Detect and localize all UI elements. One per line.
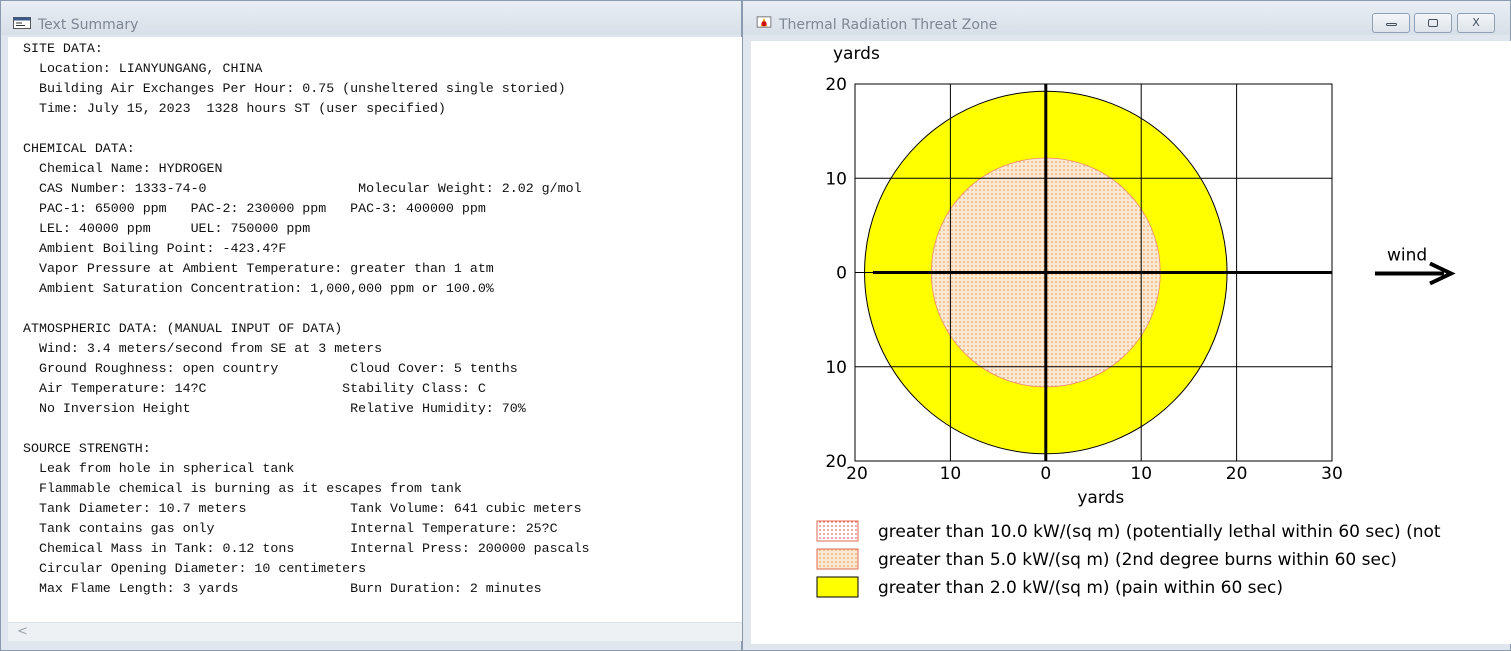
x-tick-label: 0: [1040, 464, 1051, 484]
report-line: Flammable chemical is burning as it esca…: [23, 481, 462, 496]
restore-button[interactable]: [1414, 13, 1452, 33]
report-section-heading: SOURCE STRENGTH:: [23, 441, 151, 456]
threat-zone-chart: 20100102020 10 0 10 20 30yardsyardswindgreate…: [816, 44, 1456, 598]
report-line: No Inversion Height Relative Humidity: 7…: [23, 401, 526, 416]
threat-zone-app-icon: [756, 16, 772, 28]
legend-label: greater than 10.0 kW/(sq m) (potentially…: [878, 522, 1441, 542]
x-tick-label: 10: [940, 464, 962, 484]
y-tick-label: 10: [825, 358, 847, 378]
scroll-left-icon[interactable]: <: [17, 624, 28, 639]
report-line: LEL: 40000 ppm UEL: 750000 ppm: [23, 221, 311, 236]
report-line: Chemical Name: HYDROGEN: [23, 161, 223, 176]
y-tick-label: 10: [825, 169, 847, 189]
window-title: Text Summary: [38, 17, 139, 33]
report-line: Leak from hole in spherical tank: [23, 461, 295, 476]
report-line: Max Flame Length: 3 yards Burn Duration:…: [23, 581, 542, 596]
x-tick-label: 20: [846, 464, 868, 484]
legend-swatch: [816, 520, 859, 542]
report-line: Chemical Mass in Tank: 0.12 tons Interna…: [23, 541, 590, 556]
report-section-heading: CHEMICAL DATA:: [23, 141, 135, 156]
close-button[interactable]: X: [1457, 13, 1495, 33]
restore-icon: [1428, 19, 1438, 27]
x-tick-label: 10: [1130, 464, 1152, 484]
wind-label: wind: [1387, 246, 1427, 266]
legend-label: greater than 2.0 kW/(sq m) (pain within …: [878, 578, 1283, 598]
report-line: Tank Diameter: 10.7 meters Tank Volume: …: [23, 501, 582, 516]
report-line: Location: LIANYUNGANG, CHINA: [23, 61, 263, 76]
legend-label: greater than 5.0 kW/(sq m) (2nd degree b…: [878, 550, 1397, 570]
report-line: Ambient Saturation Concentration: 1,000,…: [23, 281, 494, 296]
report-line: Air Temperature: 14?C Stability Class: C: [23, 381, 486, 396]
legend-swatch: [816, 548, 859, 570]
close-icon: X: [1472, 16, 1480, 29]
minimize-button[interactable]: [1372, 13, 1410, 33]
report-section-heading: SITE DATA:: [23, 41, 103, 56]
threat-zone-plot-area: 20 10 0 10 20 20 10 0 10 20 30 yards yards wind greate…: [751, 41, 1511, 644]
text-summary-titlebar[interactable]: Text Summary: [1, 1, 741, 35]
report-line: PAC-1: 65000 ppm PAC-2: 230000 ppm PAC-3…: [23, 201, 486, 216]
report-line: Tank contains gas only Internal Temperat…: [23, 521, 558, 536]
text-summary-window[interactable]: Text Summary SITE DATA: Location: LIANYU…: [0, 0, 742, 651]
threat-zone-window[interactable]: Thermal Radiation Threat Zone X 20 10 0 10 2…: [742, 0, 1511, 651]
y-tick-label: 0: [836, 264, 847, 284]
report-line: Building Air Exchanges Per Hour: 0.75 (u…: [23, 81, 566, 96]
report-section-heading: ATMOSPHERIC DATA: (MANUAL INPUT OF DATA): [23, 321, 343, 336]
report-line: Ambient Boiling Point: -423.4?F: [23, 241, 287, 256]
minimize-icon: [1386, 23, 1397, 26]
window-title: Thermal Radiation Threat Zone: [779, 17, 998, 33]
threat-zone-titlebar[interactable]: Thermal Radiation Threat Zone X: [743, 1, 1510, 35]
y-tick-label: 20: [825, 75, 847, 95]
y-tick-label: 20: [825, 452, 847, 472]
y-axis-title: yards: [833, 44, 880, 64]
report-line: Time: July 15, 2023 1328 hours ST (user …: [23, 101, 446, 116]
window-app-icon: [13, 17, 31, 29]
text-summary-content[interactable]: SITE DATA: Location: LIANYUNGANG, CHINA …: [8, 37, 742, 622]
report-line: Circular Opening Diameter: 10 centimeter…: [23, 561, 367, 576]
report-line: Wind: 3.4 meters/second from SE at 3 met…: [23, 341, 383, 356]
report-line: Vapor Pressure at Ambient Temperature: g…: [23, 261, 494, 276]
x-tick-label: 30: [1321, 464, 1343, 484]
legend-swatch: [816, 576, 859, 598]
x-tick-label: 20: [1226, 464, 1248, 484]
horizontal-scrollbar[interactable]: <: [8, 622, 742, 641]
report-line: CAS Number: 1333-74-0 Molecular Weight: …: [23, 181, 582, 196]
report-line: Ground Roughness: open country Cloud Cov…: [23, 361, 518, 376]
x-axis-title: yards: [1077, 488, 1124, 508]
